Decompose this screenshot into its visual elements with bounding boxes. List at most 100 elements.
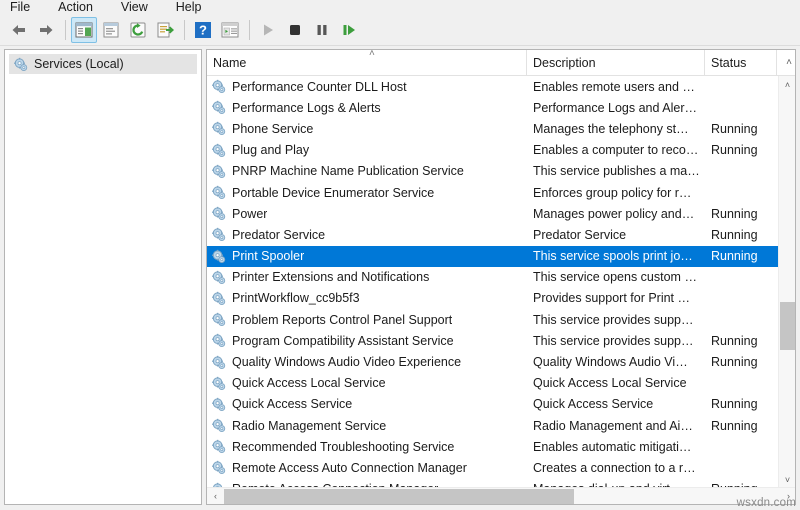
- services-rows-container: Performance Counter DLL Host Enables remo…: [207, 76, 779, 488]
- forward-arrow-icon: [40, 24, 53, 35]
- service-gear-icon: [212, 122, 226, 136]
- scroll-left-button[interactable]: ‹: [207, 488, 224, 505]
- forward-button[interactable]: [33, 17, 59, 43]
- properties-icon: [103, 22, 119, 37]
- scroll-up-button[interactable]: ˄: [779, 76, 795, 93]
- column-header-overflow[interactable]: ˄: [777, 50, 795, 75]
- service-name-label: Radio Management Service: [232, 418, 387, 433]
- service-row[interactable]: Performance Counter DLL Host Enables remo…: [207, 76, 779, 97]
- service-name-label: Plug and Play: [232, 143, 310, 158]
- service-row[interactable]: Predator Service Predator Service Running: [207, 224, 779, 245]
- column-header-description-label: Description: [533, 55, 596, 70]
- service-row[interactable]: Problem Reports Control Panel Support Thi…: [207, 309, 779, 330]
- horizontal-scroll-track[interactable]: [224, 488, 780, 505]
- column-chooser-caret-icon: ˄: [786, 57, 792, 68]
- service-row[interactable]: Radio Management Service Radio Management…: [207, 415, 779, 436]
- properties-button[interactable]: [98, 17, 124, 43]
- service-name-label: Phone Service: [232, 121, 314, 136]
- stop-service-icon: [290, 24, 300, 35]
- service-row[interactable]: Quick Access Local Service Quick Access L…: [207, 373, 779, 394]
- service-row[interactable]: Quality Windows Audio Video Experience Qu…: [207, 351, 779, 372]
- toolbar: ?: [0, 14, 800, 46]
- service-gear-icon: [212, 228, 226, 242]
- service-name-label: Print Spooler: [232, 249, 305, 264]
- export-list-button[interactable]: [152, 17, 178, 43]
- service-row[interactable]: PNRP Machine Name Publication Service Thi…: [207, 161, 779, 182]
- service-row[interactable]: Performance Logs & Alerts Performance Log…: [207, 97, 779, 118]
- show-hide-tree-button[interactable]: [71, 16, 97, 43]
- service-description-cell: Enables a computer to reco…: [533, 143, 699, 158]
- console-view-button[interactable]: [217, 17, 243, 43]
- list-horizontal-scrollbar[interactable]: ‹ ›: [207, 487, 795, 505]
- service-row[interactable]: Portable Device Enumerator Service Enforc…: [207, 182, 779, 203]
- vertical-scroll-thumb[interactable]: [780, 302, 795, 350]
- service-name-label: PrintWorkflow_cc9b5f3: [232, 291, 360, 306]
- help-icon: ?: [195, 21, 211, 38]
- service-row[interactable]: Recommended Troubleshooting Service Enabl…: [207, 436, 779, 457]
- service-row[interactable]: Phone Service Manages the telephony st… Ru…: [207, 118, 779, 139]
- service-description-cell: Quick Access Local Service: [533, 376, 687, 391]
- tree-item-services-local[interactable]: Services (Local): [9, 54, 197, 74]
- menu-item-view[interactable]: View: [119, 0, 158, 14]
- watermark-text: wsxdn.com: [736, 497, 796, 509]
- menu-item-action[interactable]: Action: [56, 0, 103, 14]
- refresh-button[interactable]: [125, 17, 151, 43]
- back-button[interactable]: [6, 17, 32, 43]
- service-name-label: Problem Reports Control Panel Support: [232, 312, 453, 327]
- service-name-cell: Quality Windows Audio Video Experience: [207, 355, 527, 370]
- service-description-cell: This service provides supp…: [533, 312, 694, 327]
- service-gear-icon: [212, 291, 226, 305]
- stop-service-button[interactable]: [282, 17, 308, 43]
- service-name-cell: Performance Logs & Alerts: [207, 100, 527, 115]
- scroll-down-button[interactable]: ˅: [779, 471, 795, 488]
- service-description-cell: Enforces group policy for r…: [533, 185, 692, 200]
- service-gear-icon: [212, 79, 226, 94]
- service-row[interactable]: PrintWorkflow_cc9b5f3 Provides support fo…: [207, 288, 779, 309]
- menu-item-help[interactable]: Help: [174, 0, 212, 14]
- service-name-label: Printer Extensions and Notifications: [232, 270, 430, 285]
- service-row[interactable]: Quick Access Service Quick Access Service…: [207, 394, 779, 415]
- toolbar-separator-2: [184, 19, 185, 40]
- service-description-cell: Radio Management and Ai…: [533, 418, 693, 433]
- service-name-cell: Plug and Play: [207, 143, 527, 158]
- column-header-status[interactable]: Status: [705, 50, 777, 75]
- service-row[interactable]: Remote Access Auto Connection Manager Cre…: [207, 457, 779, 478]
- service-name-cell: Portable Device Enumerator Service: [207, 185, 527, 200]
- service-name-cell: Printer Extensions and Notifications: [207, 270, 527, 285]
- service-row[interactable]: Print Spooler This service spools print j…: [207, 245, 779, 267]
- service-gear-icon: [212, 397, 226, 411]
- column-header-description[interactable]: Description: [527, 50, 705, 75]
- help-button[interactable]: ?: [190, 17, 216, 43]
- menu-item-file[interactable]: File: [8, 0, 40, 14]
- service-description-cell: Manages the telephony st…: [533, 121, 689, 136]
- service-row[interactable]: Power Manages power policy and… Running: [207, 203, 779, 224]
- service-row[interactable]: Program Compatibility Assistant Service T…: [207, 330, 779, 351]
- service-gear-icon: [212, 207, 226, 221]
- service-name-cell: Predator Service: [207, 227, 527, 242]
- start-service-button[interactable]: [255, 17, 281, 43]
- service-name-cell: Remote Access Auto Connection Manager: [207, 460, 527, 475]
- column-header-name[interactable]: Name ˄: [207, 50, 527, 75]
- toolbar-separator-3: [249, 19, 250, 40]
- service-name-label: Power: [232, 206, 268, 221]
- service-name-cell: PrintWorkflow_cc9b5f3: [207, 291, 527, 306]
- show-hide-tree-icon: [75, 22, 93, 37]
- service-gear-icon: [212, 143, 226, 157]
- refresh-icon: [130, 22, 146, 37]
- service-status-cell: Running: [711, 121, 758, 136]
- service-row[interactable]: Printer Extensions and Notifications This…: [207, 267, 779, 288]
- pause-service-icon: [317, 24, 327, 35]
- service-name-label: Predator Service: [232, 227, 326, 242]
- service-gear-icon: [212, 185, 226, 200]
- service-row[interactable]: Plug and Play Enables a computer to reco……: [207, 140, 779, 161]
- service-name-cell: Radio Management Service: [207, 418, 527, 433]
- horizontal-scroll-thumb[interactable]: [224, 488, 574, 504]
- toolbar-separator-1: [65, 19, 66, 40]
- pause-service-button[interactable]: [309, 17, 335, 43]
- svg-text:?: ?: [199, 22, 207, 37]
- service-gear-icon: [212, 461, 226, 475]
- service-status-cell: Running: [711, 206, 758, 221]
- tree-item-label: Services (Local): [34, 57, 124, 71]
- restart-service-button[interactable]: [336, 17, 362, 43]
- list-vertical-scrollbar[interactable]: ˄ ˅: [778, 76, 795, 488]
